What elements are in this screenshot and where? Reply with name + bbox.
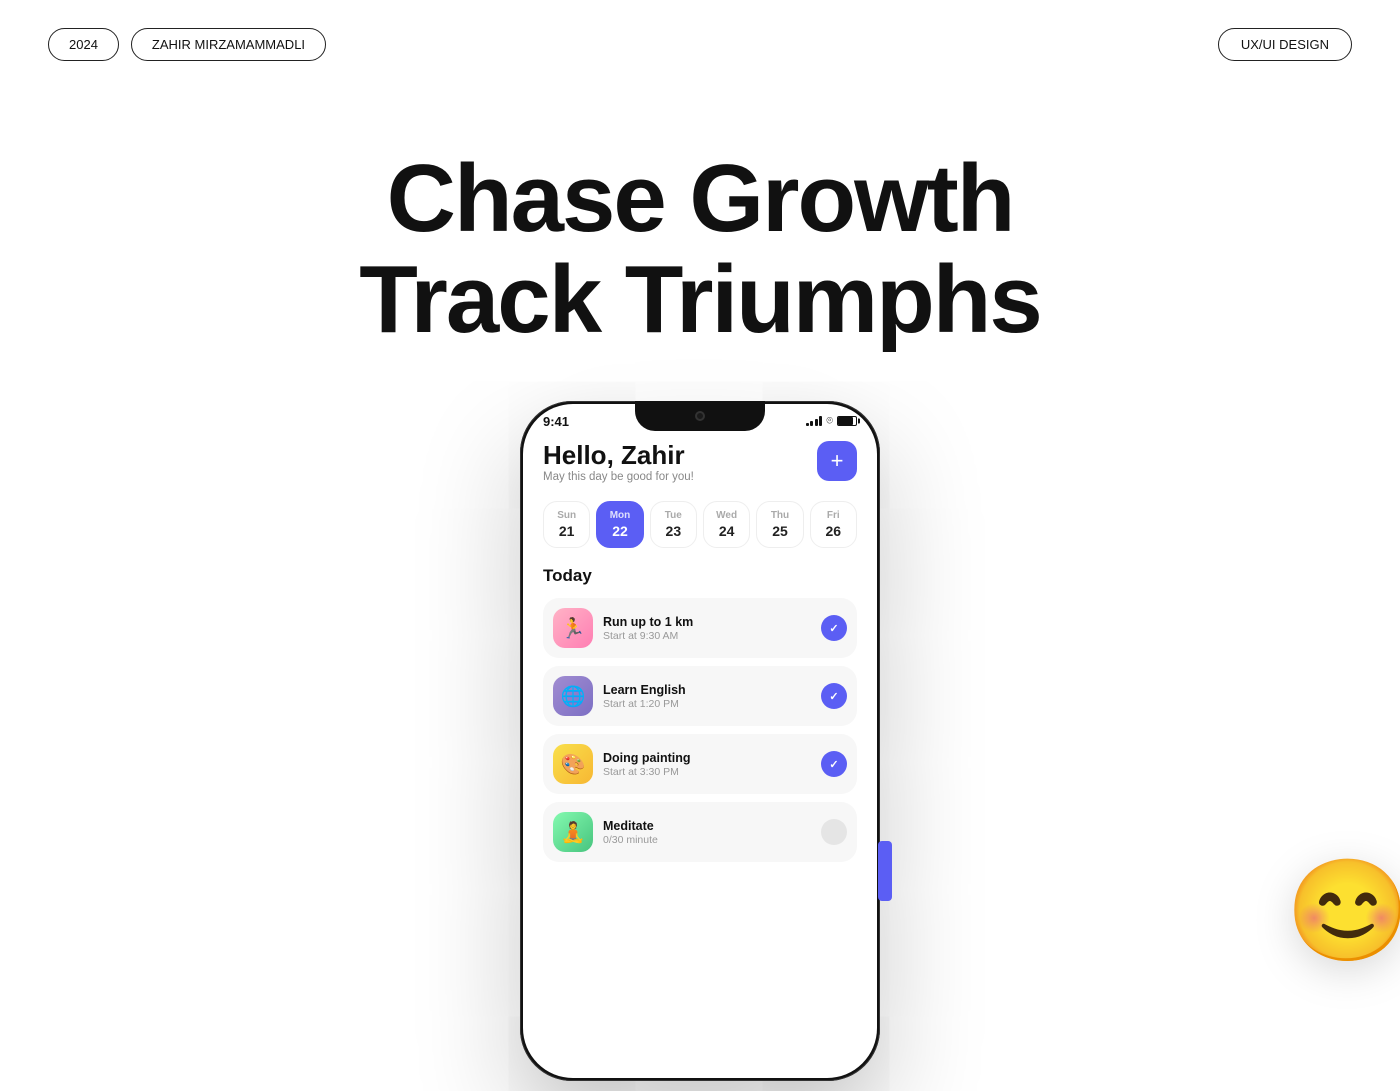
habit-name: Learn English	[603, 683, 811, 697]
calendar-row: Sun 21 Mon 22 Tue 23 Wed 24 Thu 25 Fri 2…	[543, 501, 857, 548]
page-header: 2024 ZAHIR MIRZAMAMMADLI UX/UI DESIGN	[0, 0, 1400, 89]
category-pill: UX/UI DESIGN	[1218, 28, 1352, 61]
greeting-sub: May this day be good for you!	[543, 471, 694, 483]
habit-item: 🏃 Run up to 1 km Start at 9:30 AM ✓	[543, 598, 857, 658]
battery-icon	[837, 416, 857, 426]
wifi-icon: ⌾	[826, 415, 833, 428]
habit-icon: 🧘	[553, 812, 593, 852]
phone-screen: 9:41 ⌾	[523, 404, 877, 1078]
signal-icon	[806, 416, 823, 426]
hero-title: Chase Growth Track Triumphs	[0, 149, 1400, 351]
greeting-block: Hello, Zahir May this day be good for yo…	[543, 441, 694, 484]
blue-tab	[878, 841, 892, 901]
header-right: UX/UI DESIGN	[1218, 36, 1352, 54]
author-pill: ZAHIR MIRZAMAMMADLI	[131, 28, 326, 61]
status-icons: ⌾	[806, 415, 857, 428]
app-content: Hello, Zahir May this day be good for yo…	[523, 433, 877, 863]
calendar-day-sun[interactable]: Sun 21	[543, 501, 590, 548]
habit-time: Start at 3:30 PM	[603, 766, 811, 778]
habit-name: Doing painting	[603, 751, 811, 765]
habit-info: Run up to 1 km Start at 9:30 AM	[603, 615, 811, 642]
habit-info: Doing painting Start at 3:30 PM	[603, 751, 811, 778]
calendar-day-tue[interactable]: Tue 23	[650, 501, 697, 548]
add-habit-button[interactable]: +	[817, 441, 857, 481]
camera-dot	[695, 411, 705, 421]
habits-list: 🏃 Run up to 1 km Start at 9:30 AM ✓ 🌐 Le…	[543, 598, 857, 862]
habit-time: Start at 9:30 AM	[603, 630, 811, 642]
habit-check-button[interactable]: ✓	[821, 751, 847, 777]
habit-item: 🧘 Meditate 0/30 minute	[543, 802, 857, 862]
habit-name: Meditate	[603, 819, 811, 833]
today-label: Today	[543, 566, 857, 586]
hero-section: Chase Growth Track Triumphs	[0, 89, 1400, 401]
greeting-name: Hello, Zahir	[543, 441, 694, 470]
calendar-day-wed[interactable]: Wed 24	[703, 501, 750, 548]
habit-info: Meditate 0/30 minute	[603, 819, 811, 846]
header-left: 2024 ZAHIR MIRZAMAMMADLI	[48, 28, 326, 61]
habit-icon: 🌐	[553, 676, 593, 716]
calendar-day-mon[interactable]: Mon 22	[596, 501, 643, 548]
calendar-day-fri[interactable]: Fri 26	[810, 501, 857, 548]
emoji-decoration: 😊	[1285, 861, 1400, 961]
phone-area: 9:41 ⌾	[0, 401, 1400, 1081]
calendar-day-thu[interactable]: Thu 25	[756, 501, 803, 548]
habit-check-button[interactable]: ✓	[821, 683, 847, 709]
habit-icon: 🏃	[553, 608, 593, 648]
habit-item: 🎨 Doing painting Start at 3:30 PM ✓	[543, 734, 857, 794]
habit-item: 🌐 Learn English Start at 1:20 PM ✓	[543, 666, 857, 726]
phone-notch	[635, 401, 765, 431]
habit-name: Run up to 1 km	[603, 615, 811, 629]
year-pill: 2024	[48, 28, 119, 61]
habit-check-button[interactable]	[821, 819, 847, 845]
habit-info: Learn English Start at 1:20 PM	[603, 683, 811, 710]
status-time: 9:41	[543, 414, 569, 429]
app-header: Hello, Zahir May this day be good for yo…	[543, 441, 857, 484]
habit-icon: 🎨	[553, 744, 593, 784]
habit-check-button[interactable]: ✓	[821, 615, 847, 641]
phone-frame: 9:41 ⌾	[520, 401, 880, 1081]
habit-time: Start at 1:20 PM	[603, 698, 811, 710]
habit-time: 0/30 minute	[603, 834, 811, 846]
